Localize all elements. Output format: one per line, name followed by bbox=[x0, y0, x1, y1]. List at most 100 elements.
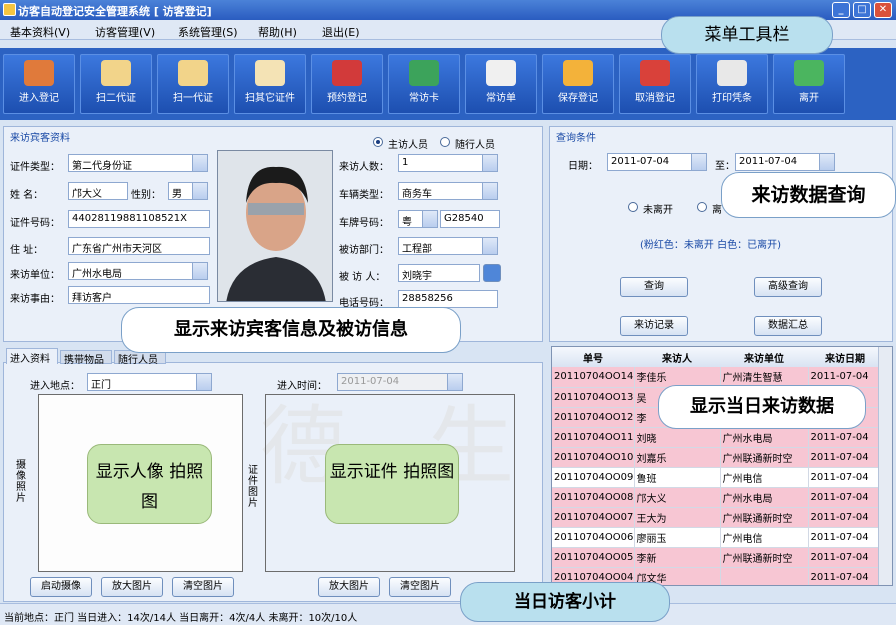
table-row[interactable]: 20110704OO07 王大为 广州联通新时空 2011-07-04 bbox=[552, 507, 883, 528]
zoom-camera-image-button[interactable]: 放大图片 bbox=[101, 577, 163, 597]
entry-place-select[interactable]: 正门 bbox=[87, 373, 212, 391]
minimize-button[interactable]: _ bbox=[832, 2, 850, 18]
callout-today-data: 显示当日来访数据 bbox=[658, 385, 866, 429]
gender-select[interactable]: 男 bbox=[168, 182, 208, 200]
portrait-placeholder: 显示人像 拍照图 bbox=[87, 444, 212, 524]
count-stepper[interactable]: 1 bbox=[398, 154, 498, 172]
frequent-card-button[interactable]: 常访卡 bbox=[388, 54, 460, 114]
table-row[interactable]: 20110704OO08 邝大义 广州水电局 2011-07-04 bbox=[552, 487, 883, 508]
search-button[interactable]: 查询 bbox=[620, 277, 688, 297]
visitor-photo bbox=[217, 150, 333, 302]
person-card-icon bbox=[486, 60, 516, 86]
leave-button[interactable]: 离开 bbox=[773, 54, 845, 114]
date-to-label: 至： bbox=[715, 161, 735, 172]
grid-cell-date: 2011-07-04 bbox=[808, 567, 883, 585]
document-placeholder: 显示证件 拍照图 bbox=[325, 444, 459, 524]
frequent-list-button[interactable]: 常访单 bbox=[465, 54, 537, 114]
zoom-document-image-button[interactable]: 放大图片 bbox=[318, 577, 380, 597]
role-main-radio[interactable] bbox=[373, 137, 383, 147]
name-field[interactable]: 邝大义 bbox=[68, 182, 128, 200]
grid-cell-org: 广州电信 bbox=[720, 467, 809, 488]
vehicle-select[interactable]: 商务车 bbox=[398, 182, 498, 200]
tab-entry-info[interactable]: 进入资料 bbox=[6, 348, 58, 365]
appointment-button[interactable]: 预约登记 bbox=[311, 54, 383, 114]
scan-id2-button[interactable]: 扫二代证 bbox=[80, 54, 152, 114]
menu-exit[interactable]: 退出(E) bbox=[322, 24, 360, 40]
host-lookup-button[interactable] bbox=[483, 264, 501, 282]
grid-header-no[interactable]: 单号 bbox=[552, 347, 634, 367]
grid-cell-no: 20110704OO13 bbox=[552, 387, 635, 408]
company-label: 来访单位： bbox=[10, 270, 60, 281]
table-row[interactable]: 20110704OO06 廖丽玉 广州电信 2011-07-04 bbox=[552, 527, 883, 548]
print-slip-button[interactable]: 打印凭条 bbox=[696, 54, 768, 114]
exit-arrow-icon bbox=[794, 60, 824, 86]
grid-cell-org: 广州电信 bbox=[720, 527, 809, 548]
grid-cell-name: 刘晓 bbox=[634, 427, 721, 448]
plate-field[interactable]: G28540 bbox=[440, 210, 500, 228]
menu-system-mgmt[interactable]: 系统管理(S) bbox=[178, 24, 238, 40]
grid-header-visitor[interactable]: 来访人 bbox=[634, 347, 720, 367]
gender-label: 性别： bbox=[131, 190, 161, 201]
grid-header-date[interactable]: 来访日期 bbox=[808, 347, 882, 367]
plate-prefix-select[interactable]: 粤 bbox=[398, 210, 438, 228]
phone-field[interactable]: 28858256 bbox=[398, 290, 498, 308]
table-row[interactable]: 20110704OO05 李新 广州联通新时空 2011-07-04 bbox=[552, 547, 883, 568]
clear-camera-image-button[interactable]: 清空图片 bbox=[172, 577, 234, 597]
callout-summary: 当日访客小计 bbox=[460, 582, 670, 622]
grid-cell-no: 20110704OO08 bbox=[552, 487, 635, 508]
maximize-button[interactable]: □ bbox=[853, 2, 871, 18]
role-main-label: 主访人员 bbox=[388, 140, 428, 151]
scan-id1-button[interactable]: 扫一代证 bbox=[157, 54, 229, 114]
grid-cell-name: 邝大义 bbox=[634, 487, 721, 508]
grid-scrollbar[interactable] bbox=[878, 347, 892, 585]
grid-cell-no: 20110704OO06 bbox=[552, 527, 635, 548]
dept-label: 被访部门： bbox=[339, 245, 389, 256]
grid-cell-date: 2011-07-04 bbox=[808, 427, 883, 448]
table-row[interactable]: 20110704OO09 鲁班 广州电信 2011-07-04 bbox=[552, 467, 883, 488]
save-register-button[interactable]: 保存登记 bbox=[542, 54, 614, 114]
grid-cell-org: 广州联通新时空 bbox=[720, 447, 809, 468]
vehicle-label: 车辆类型： bbox=[339, 190, 389, 201]
role-companion-radio[interactable] bbox=[440, 137, 450, 147]
cancel-register-button[interactable]: 取消登记 bbox=[619, 54, 691, 114]
date-to-picker[interactable]: 2011-07-04 bbox=[735, 153, 835, 171]
grid-cell-name: 廖丽玉 bbox=[634, 527, 721, 548]
date-from-picker[interactable]: 2011-07-04 bbox=[607, 153, 707, 171]
table-row[interactable]: 20110704OO11 刘晓 广州水电局 2011-07-04 bbox=[552, 427, 883, 448]
callout-visitor-info: 显示来访宾客信息及被访信息 bbox=[121, 307, 461, 353]
grid-cell-date: 2011-07-04 bbox=[808, 527, 883, 548]
grid-cell-date: 2011-07-04 bbox=[808, 367, 883, 388]
visit-grid: 单号 来访人 来访单位 来访日期 20110704OO14 李佳乐 广州清生智慧 20… bbox=[551, 346, 893, 586]
card-icon bbox=[409, 60, 439, 86]
clear-document-image-button[interactable]: 清空图片 bbox=[389, 577, 451, 597]
start-camera-button[interactable]: 启动摄像 bbox=[30, 577, 92, 597]
menu-basic-info[interactable]: 基本资料(V) bbox=[10, 24, 70, 40]
id-type-label: 证件类型： bbox=[10, 162, 60, 173]
id-type-select[interactable]: 第二代身份证 bbox=[68, 154, 208, 172]
menu-help[interactable]: 帮助(H) bbox=[258, 24, 297, 40]
app-icon bbox=[3, 3, 16, 16]
grid-cell-date: 2011-07-04 bbox=[808, 447, 883, 468]
left-radio[interactable] bbox=[697, 202, 707, 212]
visit-records-button[interactable]: 来访记录 bbox=[620, 316, 688, 336]
reason-field[interactable]: 拜访客户 bbox=[68, 286, 210, 304]
enter-register-button[interactable]: 进入登记 bbox=[3, 54, 75, 114]
id-no-field[interactable]: 44028119881108521X bbox=[68, 210, 210, 228]
status-text: 当前地点：正门 当日进入：14次/14人 当日离开：4次/4人 未离开：10次/… bbox=[4, 613, 358, 624]
close-button[interactable]: ✕ bbox=[874, 2, 892, 18]
host-field[interactable]: 刘晓宇 bbox=[398, 264, 480, 282]
id-card-icon bbox=[101, 60, 131, 86]
scan-other-doc-button[interactable]: 扫其它证件 bbox=[234, 54, 306, 114]
address-field[interactable]: 广东省广州市天河区 bbox=[68, 237, 210, 255]
grid-header-org[interactable]: 来访单位 bbox=[720, 347, 808, 367]
table-row[interactable]: 20110704OO10 刘嘉乐 广州联通新时空 2011-07-04 bbox=[552, 447, 883, 468]
data-summary-button[interactable]: 数据汇总 bbox=[754, 316, 822, 336]
company-select[interactable]: 广州水电局 bbox=[68, 262, 208, 280]
advanced-search-button[interactable]: 高级查询 bbox=[754, 277, 822, 297]
tab-carried-items[interactable]: 携带物品 bbox=[60, 350, 112, 366]
dept-select[interactable]: 工程部 bbox=[398, 237, 498, 255]
table-row[interactable]: 20110704OO14 李佳乐 广州清生智慧 2011-07-04 bbox=[552, 367, 883, 388]
host-label: 被 访 人： bbox=[339, 272, 386, 283]
menu-visitor-mgmt[interactable]: 访客管理(V) bbox=[95, 24, 155, 40]
not-left-radio[interactable] bbox=[628, 202, 638, 212]
